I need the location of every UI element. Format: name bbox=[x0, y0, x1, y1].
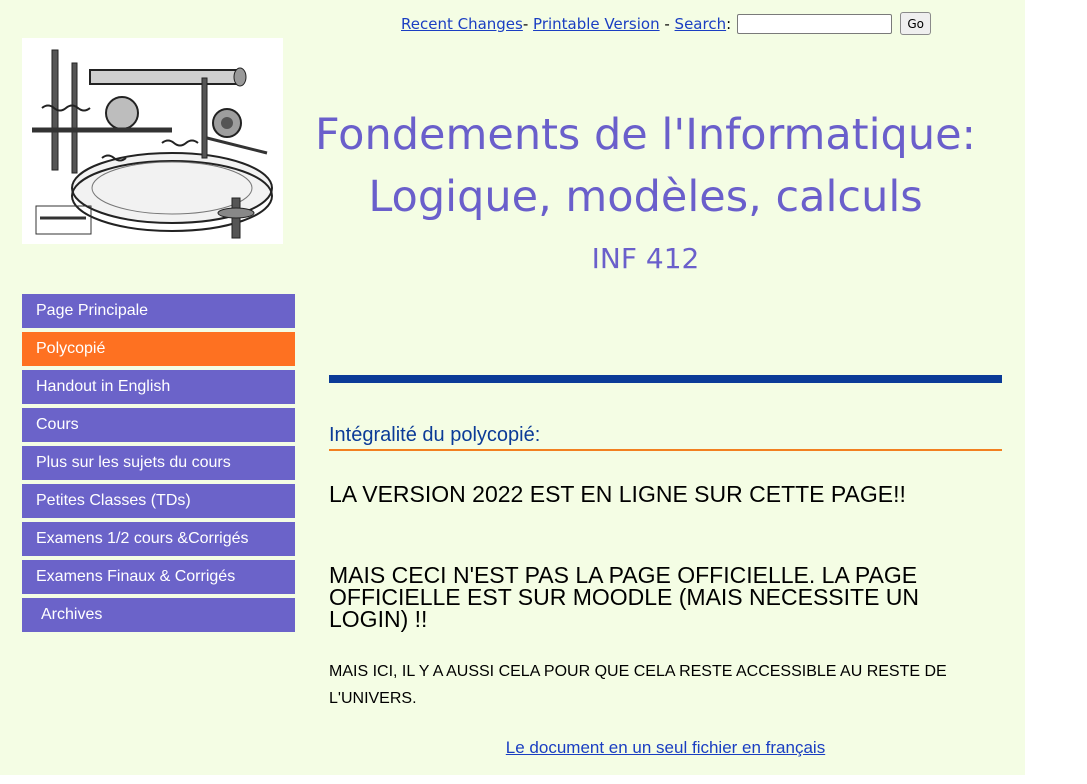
sidebar-item-archives[interactable]: Archives bbox=[22, 598, 295, 632]
sidebar-item-page-principale[interactable]: Page Principale bbox=[22, 294, 295, 328]
full-document-link[interactable]: Le document en un seul fichier en frança… bbox=[506, 738, 825, 757]
sidebar-item-cours[interactable]: Cours bbox=[22, 408, 295, 442]
search-colon: : bbox=[726, 14, 732, 33]
sidebar-item-examens-finaux[interactable]: Examens Finaux & Corrigés bbox=[22, 560, 295, 594]
recent-changes-link[interactable]: Recent Changes bbox=[401, 15, 523, 33]
topbar-separator: - bbox=[522, 14, 534, 33]
sidebar-item-petites-classes[interactable]: Petites Classes (TDs) bbox=[22, 484, 295, 518]
sidebar-item-examens-mi-cours[interactable]: Examens 1/2 cours &Corrigés bbox=[22, 522, 295, 556]
sidebar-item-handout-english[interactable]: Handout in English bbox=[22, 370, 295, 404]
top-navigation: Recent Changes - Printable Version - Sea… bbox=[401, 12, 932, 35]
go-button[interactable]: Go bbox=[900, 12, 932, 35]
sidebar-item-plus-sur-sujets[interactable]: Plus sur les sujets du cours bbox=[22, 446, 295, 480]
search-input[interactable] bbox=[737, 13, 893, 34]
course-code: INF 412 bbox=[591, 242, 700, 275]
divider bbox=[329, 375, 1002, 383]
topbar-separator: - bbox=[659, 14, 675, 33]
section-heading: Intégralité du polycopié: bbox=[329, 424, 1002, 451]
document-link-container: Le document en un seul fichier en frança… bbox=[0, 738, 1025, 758]
notice-accessible: MAIS ICI, IL Y A AUSSI CELA POUR QUE CEL… bbox=[329, 663, 947, 707]
title-line: Fondements de l'Informatique: bbox=[314, 110, 977, 160]
page: Recent Changes - Printable Version - Sea… bbox=[0, 0, 1025, 775]
search-link[interactable]: Search bbox=[675, 15, 727, 33]
mechanical-integrator-drawing bbox=[32, 49, 273, 239]
sidebar: Page Principale Polycopié Handout in Eng… bbox=[22, 294, 295, 636]
page-title: Fondements de l'Informatique: Logique, m… bbox=[283, 104, 1008, 228]
notice-version: LA VERSION 2022 EST EN LIGNE SUR CETTE P… bbox=[329, 481, 906, 507]
sidebar-item-polycopie[interactable]: Polycopié bbox=[22, 332, 295, 366]
printable-version-link[interactable]: Printable Version bbox=[533, 15, 660, 33]
differential-analyzer-illustration bbox=[22, 38, 283, 244]
notice-official-page: MAIS CECI N'EST PAS LA PAGE OFFICIELLE. … bbox=[329, 562, 920, 632]
title-line: Logique, modèles, calculs bbox=[368, 172, 923, 222]
